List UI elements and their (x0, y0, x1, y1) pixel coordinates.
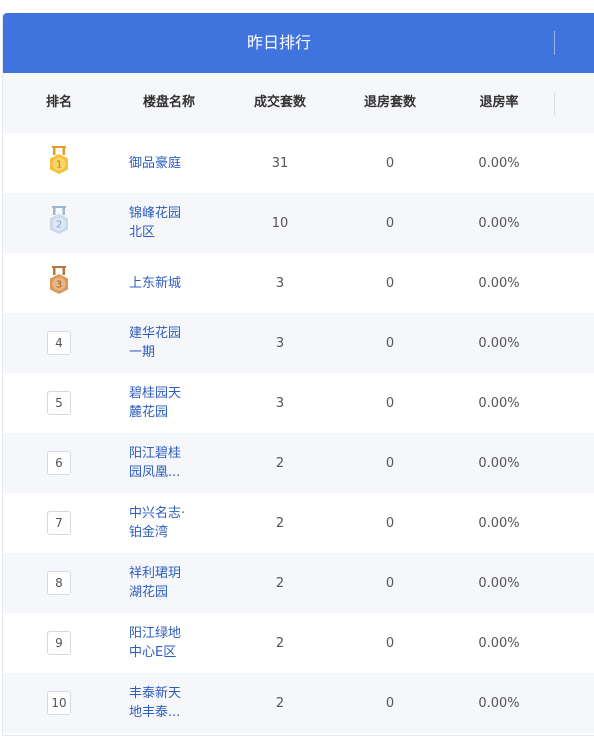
col-head-returns: 退房套数 (363, 95, 416, 110)
deals-cell: 2 (275, 575, 285, 591)
table-row: 9 阳江绿地中心E区 2 0 0.00% (3, 613, 594, 673)
rate-cell: 0.00% (478, 335, 520, 351)
rank-badge: 4 (47, 331, 71, 355)
rank-badge: 8 (47, 571, 71, 595)
returns-cell: 0 (385, 575, 395, 591)
col-head-deals: 成交套数 (253, 95, 306, 110)
deals-cell: 2 (275, 695, 285, 711)
property-name-link[interactable]: 锦峰花园北区 (129, 204, 189, 242)
returns-cell: 0 (385, 395, 395, 411)
rank-cell: 7 (23, 493, 95, 553)
deals-cell: 3 (275, 275, 285, 291)
ranking-panel: 昨日排行 排名 楼盘名称 成交套数 退房套数 退房率 1 御品豪庭 31 0 0.00%… (2, 13, 594, 736)
rank-badge: 9 (47, 631, 71, 655)
deals-cell: 3 (275, 335, 285, 351)
col-head-rate: 退房率 (479, 95, 519, 110)
rank-cell: 3 (23, 253, 95, 313)
rank-cell: 6 (23, 433, 95, 493)
svg-text:1: 1 (56, 160, 62, 171)
svg-text:3: 3 (56, 280, 62, 291)
rank-cell: 9 (23, 613, 95, 673)
returns-cell: 0 (385, 515, 395, 531)
returns-cell: 0 (385, 215, 395, 231)
bronze-medal-icon: 3 (50, 266, 68, 294)
returns-cell: 0 (385, 275, 395, 291)
table-header: 排名 楼盘名称 成交套数 退房套数 退房率 (3, 73, 594, 133)
rate-cell: 0.00% (478, 575, 520, 591)
name-cell: 上东新城 (129, 253, 219, 313)
name-cell: 碧桂园天麓花园 (129, 373, 219, 433)
panel-title: 昨日排行 (246, 33, 311, 52)
returns-cell: 0 (385, 155, 395, 171)
returns-cell: 0 (385, 335, 395, 351)
rank-cell: 1 (23, 133, 95, 193)
title-divider (554, 31, 555, 55)
rank-badge: 5 (47, 391, 71, 415)
property-name-link[interactable]: 建华花园一期 (129, 324, 189, 362)
property-name-link[interactable]: 丰泰新天地丰泰... (129, 684, 189, 722)
name-cell: 御品豪庭 (129, 133, 219, 193)
name-cell: 阳江碧桂园凤凰... (129, 433, 219, 493)
property-name-link[interactable]: 祥利珺玥湖花园 (129, 564, 189, 602)
table-row: 10 丰泰新天地丰泰... 2 0 0.00% (3, 673, 594, 733)
rate-cell: 0.00% (478, 455, 520, 471)
rate-cell: 0.00% (478, 275, 520, 291)
rank-cell: 5 (23, 373, 95, 433)
name-cell: 阳江绿地中心E区 (129, 613, 219, 673)
property-name-link[interactable]: 上东新城 (129, 274, 189, 293)
rate-cell: 0.00% (478, 515, 520, 531)
gold-medal-icon: 1 (50, 146, 68, 174)
name-cell: 丰泰新天地丰泰... (129, 673, 219, 733)
silver-medal-icon: 2 (50, 206, 68, 234)
deals-cell: 2 (275, 635, 285, 651)
name-cell: 锦峰花园北区 (129, 193, 219, 253)
property-name-link[interactable]: 阳江绿地中心E区 (129, 624, 189, 662)
table-row: 7 中兴名志·铂金湾 2 0 0.00% (3, 493, 594, 553)
rank-cell: 8 (23, 553, 95, 613)
svg-text:2: 2 (56, 220, 62, 231)
rank-badge: 7 (47, 511, 71, 535)
table-row: 1 御品豪庭 31 0 0.00% (3, 133, 594, 193)
rate-cell: 0.00% (478, 155, 520, 171)
col-head-name: 楼盘名称 (142, 95, 195, 110)
rate-cell: 0.00% (478, 695, 520, 711)
rank-cell: 10 (23, 673, 95, 733)
deals-cell: 2 (275, 515, 285, 531)
table-row: 3 上东新城 3 0 0.00% (3, 253, 594, 313)
col-head-rank: 排名 (45, 95, 72, 110)
rank-cell: 2 (23, 193, 95, 253)
table-row: 5 碧桂园天麓花园 3 0 0.00% (3, 373, 594, 433)
returns-cell: 0 (385, 695, 395, 711)
deals-cell: 31 (271, 155, 289, 171)
rank-cell: 4 (23, 313, 95, 373)
property-name-link[interactable]: 碧桂园天麓花园 (129, 384, 189, 422)
property-name-link[interactable]: 御品豪庭 (129, 154, 189, 173)
table-row: 2 锦峰花园北区 10 0 0.00% (3, 193, 594, 253)
title-bar: 昨日排行 (3, 13, 594, 73)
deals-cell: 3 (275, 395, 285, 411)
table-row: 6 阳江碧桂园凤凰... 2 0 0.00% (3, 433, 594, 493)
name-cell: 祥利珺玥湖花园 (129, 553, 219, 613)
property-name-link[interactable]: 中兴名志·铂金湾 (129, 504, 189, 542)
rate-cell: 0.00% (478, 395, 520, 411)
returns-cell: 0 (385, 635, 395, 651)
returns-cell: 0 (385, 455, 395, 471)
rank-badge: 6 (47, 451, 71, 475)
property-name-link[interactable]: 阳江碧桂园凤凰... (129, 444, 189, 482)
rank-badge: 10 (47, 691, 71, 715)
table-row: 4 建华花园一期 3 0 0.00% (3, 313, 594, 373)
header-divider (554, 93, 555, 115)
name-cell: 建华花园一期 (129, 313, 219, 373)
rate-cell: 0.00% (478, 635, 520, 651)
deals-cell: 2 (275, 455, 285, 471)
deals-cell: 10 (271, 215, 289, 231)
rate-cell: 0.00% (478, 215, 520, 231)
name-cell: 中兴名志·铂金湾 (129, 493, 219, 553)
table-row: 8 祥利珺玥湖花园 2 0 0.00% (3, 553, 594, 613)
